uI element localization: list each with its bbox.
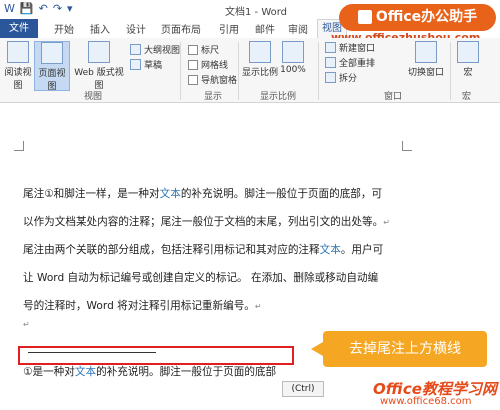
ruler-checkbox[interactable]: 标尺 [188, 43, 219, 56]
draft-button[interactable]: 草稿 [130, 58, 162, 71]
web-layout-button[interactable]: Web 版式视图 [70, 41, 128, 91]
empty-paragraph: ↵ [23, 320, 30, 329]
body-line[interactable]: 以作为文档某处内容的注释；尾注一般位于文档的末尾，列出引文的出处等。↵ [23, 214, 390, 229]
site-url-watermark: www.office68.com [380, 396, 472, 407]
ribbon: 阅读视图 页面视图 Web 版式视图 大纲视图 草稿 视图 标尺 网格线 导航窗… [0, 38, 500, 103]
instruction-callout: 去掉尾注上方横线 [311, 331, 487, 367]
draft-icon [130, 59, 141, 70]
macros-group-label: 宏 [462, 92, 472, 102]
customize-icon[interactable]: ▾ [67, 2, 73, 16]
tab-insert[interactable]: 插入 [90, 21, 110, 36]
zoom-button[interactable]: 显示比例 [242, 41, 278, 78]
undo-icon[interactable]: ↶ [39, 2, 48, 16]
tab-layout[interactable]: 页面布局 [161, 21, 201, 36]
new-window-button[interactable]: 新建窗口 [325, 41, 375, 54]
body-line[interactable]: 号的注释时，Word 将对注释引用标记重新编号。↵ [23, 298, 262, 313]
split-button[interactable]: 拆分 [325, 71, 357, 84]
tab-home[interactable]: 开始 [54, 21, 74, 36]
document-title: 文档1 - Word [225, 7, 288, 18]
outline-button[interactable]: 大纲视图 [130, 43, 180, 56]
crop-mark [402, 141, 412, 151]
tab-design[interactable]: 设计 [126, 21, 146, 36]
highlight-box [18, 346, 294, 365]
group-divider [238, 42, 239, 100]
paste-options-button[interactable]: (Ctrl) [282, 381, 324, 397]
brand-name: Office办公助手 [375, 9, 478, 25]
word-icon: W [4, 2, 15, 15]
macros-button[interactable]: 宏 [456, 41, 480, 78]
navigation-pane-checkbox[interactable]: 导航窗格 [188, 73, 237, 86]
tab-review[interactable]: 审阅 [288, 21, 308, 36]
window-group-label: 窗口 [384, 92, 403, 102]
outline-icon [130, 44, 141, 55]
tab-references[interactable]: 引用 [219, 21, 239, 36]
endnote-text[interactable]: ①是一种对文本的补充说明。脚注一般位于页面的底部 [23, 364, 276, 379]
body-line[interactable]: 尾注由两个关联的部分组成，包括注释引用标记和其对应的注释文本。用户可 [23, 242, 383, 257]
zoom-group-label: 显示比例 [260, 92, 297, 102]
gridlines-checkbox[interactable]: 网格线 [188, 58, 228, 71]
read-mode-button[interactable]: 阅读视图 [4, 41, 32, 91]
group-divider [180, 42, 181, 100]
brand-logo: Office办公助手 [339, 4, 496, 31]
tab-file[interactable]: 文件 [0, 19, 38, 38]
group-divider [450, 42, 451, 100]
body-line[interactable]: 让 Word 自动为标记编号或创建自定义的标记。 在添加、删除或移动自动编 [23, 270, 378, 285]
office-logo-icon [357, 10, 372, 24]
view-group-label: 视图 [84, 92, 103, 102]
save-icon[interactable]: 💾 [20, 2, 34, 16]
switch-window-button[interactable]: 切换窗口 [404, 41, 448, 78]
print-layout-button[interactable]: 页面视图 [34, 41, 70, 92]
show-group-label: 显示 [204, 92, 223, 102]
crop-mark [14, 141, 24, 151]
tab-mailings[interactable]: 邮件 [255, 21, 275, 36]
magnifier-icon [249, 41, 271, 63]
quick-access-toolbar: W 💾 ↶ ↷ ▾ [4, 2, 73, 16]
body-line[interactable]: 尾注①和脚注一样，是一种对文本的补充说明。脚注一般位于页面的底部，可 [23, 186, 382, 201]
zoom-100-button[interactable]: 100% [280, 41, 306, 75]
arrange-all-button[interactable]: 全部重排 [325, 56, 375, 69]
redo-icon[interactable]: ↷ [53, 2, 62, 16]
group-divider [318, 42, 319, 100]
